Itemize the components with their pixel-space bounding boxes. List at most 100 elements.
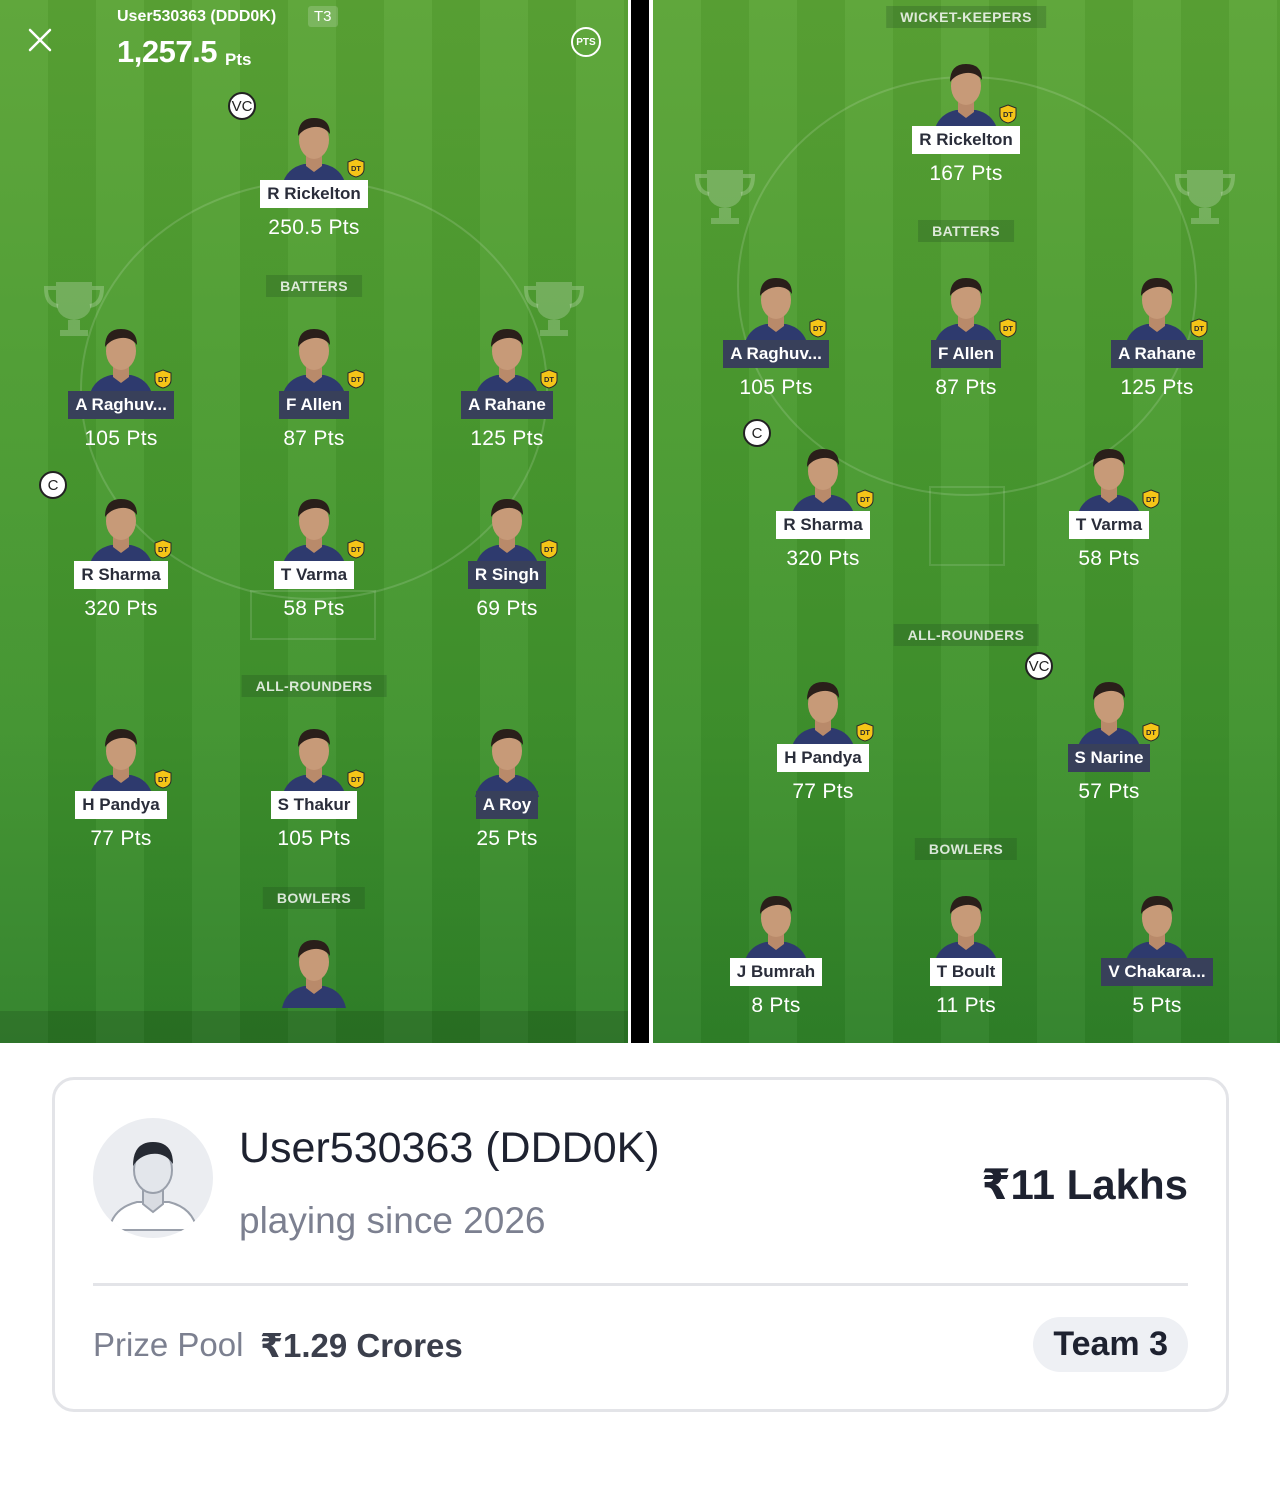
player-card[interactable]: DT F Allen 87 Pts: [244, 317, 384, 451]
player-avatar: DT: [1121, 266, 1208, 346]
user-avatar-icon: [93, 1118, 213, 1238]
player-name: R Sharma: [74, 561, 168, 589]
player-points: 105 Pts: [739, 376, 813, 399]
player-card[interactable]: DT C R Sharma 320 Pts: [743, 419, 893, 571]
player-avatar: [278, 928, 350, 1008]
player-points: 320 Pts: [84, 597, 158, 620]
captain-badge: C: [39, 471, 67, 499]
player-avatar: DT: [471, 317, 558, 397]
player-name: R Rickelton: [260, 180, 368, 208]
player-card[interactable]: DT T Varma 58 Pts: [244, 487, 384, 621]
player-card[interactable]: DT A Rahane 125 Pts: [1087, 266, 1227, 400]
section-label-batters: BATTERS: [266, 275, 362, 297]
total-points: 1,257.5: [117, 34, 217, 69]
dt-badge-icon: DT: [347, 769, 365, 789]
player-card[interactable]: DT R Rickelton 167 Pts: [896, 52, 1036, 186]
dt-badge-icon: DT: [154, 539, 172, 559]
section-label-bowlers: BOWLERS: [262, 887, 366, 909]
prize-pool-label: Prize Pool: [93, 1326, 244, 1363]
player-avatar: [471, 717, 543, 797]
player-avatar: DT: [1073, 670, 1160, 750]
close-icon[interactable]: [26, 26, 54, 54]
player-points: 5 Pts: [1132, 994, 1182, 1017]
player-points: 87 Pts: [283, 427, 345, 450]
bottom-strip: [0, 1011, 628, 1043]
svg-text:DT: DT: [158, 775, 168, 784]
player-name: A Roy: [475, 791, 539, 819]
dt-badge-icon: DT: [856, 722, 874, 742]
player-points: 77 Pts: [90, 827, 152, 850]
player-avatar: DT: [278, 717, 365, 797]
dt-badge-icon: DT: [540, 369, 558, 389]
pts-toggle-button[interactable]: PTS: [571, 27, 601, 57]
player-avatar: DT: [278, 487, 365, 567]
player-points: 167 Pts: [929, 162, 1003, 185]
vice-captain-badge: VC: [228, 92, 256, 120]
player-points: 58 Pts: [1078, 547, 1140, 570]
svg-text:DT: DT: [158, 375, 168, 384]
player-card[interactable]: DT A Raghuv... 105 Pts: [51, 317, 191, 451]
player-card[interactable]: V Chakara... 5 Pts: [1087, 884, 1227, 1018]
player-card[interactable]: DT H Pandya 77 Pts: [51, 717, 191, 851]
playing-since: playing since 2026: [239, 1200, 546, 1241]
player-card[interactable]: DT A Raghuv... 105 Pts: [706, 266, 846, 400]
player-name: F Allen: [278, 391, 350, 419]
player-card[interactable]: DT VC R Rickelton 250.5 Pts: [228, 92, 384, 240]
player-card[interactable]: A Roy 25 Pts: [437, 717, 577, 851]
svg-text:DT: DT: [1146, 495, 1156, 504]
dt-badge-icon: DT: [999, 104, 1017, 124]
player-card[interactable]: DT H Pandya 77 Pts: [753, 670, 893, 804]
user-team-card[interactable]: User530363 (DDD0K) playing since 2026 ₹1…: [52, 1077, 1229, 1412]
player-points: 58 Pts: [283, 597, 345, 620]
svg-text:DT: DT: [158, 545, 168, 554]
player-card[interactable]: DT C R Sharma 320 Pts: [39, 471, 191, 621]
header-username: User530363 (DDD0K): [117, 8, 277, 25]
dt-badge-icon: DT: [347, 158, 365, 178]
player-name: S Thakur: [270, 791, 358, 819]
player-card[interactable]: DT S Thakur 105 Pts: [244, 717, 384, 851]
team-chip[interactable]: Team 3: [1033, 1317, 1188, 1372]
player-avatar: [740, 884, 812, 964]
player-name: T Boult: [929, 958, 1003, 986]
points-unit: Pts: [225, 50, 252, 69]
svg-text:DT: DT: [1146, 728, 1156, 737]
player-avatar: DT: [1073, 437, 1160, 517]
player-name: T Varma: [1068, 511, 1150, 539]
player-card[interactable]: DT T Varma 58 Pts: [1039, 437, 1179, 571]
player-points: 25 Pts: [476, 827, 538, 850]
player-card[interactable]: DT A Rahane 125 Pts: [437, 317, 577, 451]
svg-text:DT: DT: [351, 545, 361, 554]
player-card[interactable]: DT R Singh 69 Pts: [437, 487, 577, 621]
svg-text:DT: DT: [351, 375, 361, 384]
player-points: 125 Pts: [470, 427, 544, 450]
team-preview-right: WICKET-KEEPERS BATTERS ALL-ROUNDERS BOWL…: [653, 0, 1280, 1043]
pitch: [929, 486, 1005, 566]
dt-badge-icon: DT: [540, 539, 558, 559]
dt-badge-icon: DT: [1190, 318, 1208, 338]
player-points: 57 Pts: [1078, 780, 1140, 803]
card-divider: [93, 1283, 1188, 1286]
player-name: F Allen: [930, 340, 1002, 368]
player-card[interactable]: DT F Allen 87 Pts: [896, 266, 1036, 400]
dt-badge-icon: DT: [856, 489, 874, 509]
player-points: 77 Pts: [792, 780, 854, 803]
captain-badge: C: [743, 419, 771, 447]
trophy-icon: [694, 170, 756, 224]
vice-captain-badge: VC: [1025, 652, 1053, 680]
section-label-wicketkeepers: WICKET-KEEPERS: [886, 6, 1046, 28]
section-label-allrounders: ALL-ROUNDERS: [893, 624, 1039, 646]
svg-text:DT: DT: [544, 545, 554, 554]
player-card[interactable]: J Bumrah 8 Pts: [706, 884, 846, 1018]
player-card-partial[interactable]: [244, 928, 384, 1008]
player-avatar: DT: [85, 717, 172, 797]
section-label-allrounders: ALL-ROUNDERS: [241, 675, 387, 697]
player-card[interactable]: DT VC S Narine 57 Pts: [1025, 652, 1179, 804]
svg-text:DT: DT: [1194, 324, 1204, 333]
player-card[interactable]: T Boult 11 Pts: [896, 884, 1036, 1018]
player-name: H Pandya: [75, 791, 167, 819]
prize-pool-value: ₹1.29 Crores: [260, 1327, 463, 1364]
player-avatar: DT: [471, 487, 558, 567]
player-points: 250.5 Pts: [268, 216, 360, 239]
svg-text:DT: DT: [1003, 324, 1013, 333]
svg-text:DT: DT: [813, 324, 823, 333]
